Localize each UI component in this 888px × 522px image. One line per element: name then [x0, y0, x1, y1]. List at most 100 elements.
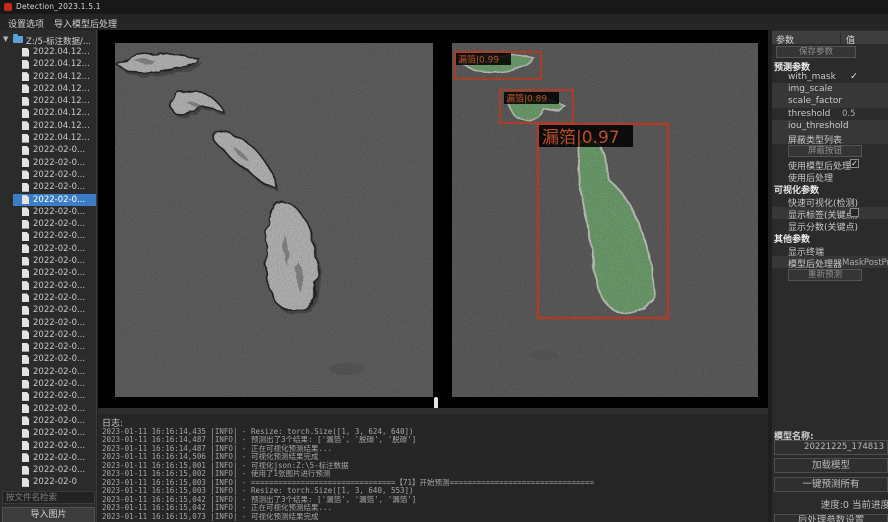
- predict-all-button[interactable]: 一键预测所有: [774, 477, 888, 492]
- tree-file-item[interactable]: 2022-02-0...: [0, 157, 97, 169]
- tree-file-item[interactable]: 2022-02-0...: [0, 353, 97, 365]
- parameter-row[interactable]: 快速可视化(检测): [772, 195, 888, 207]
- parameter-row[interactable]: 保存参数: [772, 45, 888, 59]
- tree-file-item[interactable]: 2022-02-0...: [0, 206, 97, 218]
- parameter-row[interactable]: with_mask✓: [772, 71, 888, 83]
- file-icon: [22, 318, 29, 327]
- file-icon: [22, 134, 29, 143]
- model-name-field[interactable]: 20221225_174813: [774, 440, 888, 455]
- postprocess-params-button[interactable]: 后处理参数设置: [774, 514, 888, 522]
- tree-expand-arrow-icon[interactable]: ▼: [3, 35, 8, 43]
- file-name: 2022-02-0...: [33, 293, 85, 303]
- folder-icon: [13, 36, 23, 43]
- param-value[interactable]: MaskPostPro: [842, 258, 888, 268]
- tree-root-row[interactable]: ▼ Z:/5-标注数据/...: [0, 34, 97, 46]
- tree-file-item[interactable]: 2022-02-0...: [0, 452, 97, 464]
- parameter-row[interactable]: 显示分数(关键点): [772, 219, 888, 231]
- original-image[interactable]: [115, 43, 433, 397]
- log-lines[interactable]: 2023-01-11 16:16:14,435 |INFO| - Resize:…: [102, 428, 768, 521]
- tree-file-item[interactable]: 2022-02-0...: [0, 378, 97, 390]
- tree-file-item[interactable]: 2022-02-0...: [0, 280, 97, 292]
- parameter-row[interactable]: img_scale: [772, 83, 888, 95]
- import-images-button[interactable]: 导入图片: [2, 507, 95, 522]
- file-name: 2022.04.12...: [33, 59, 90, 69]
- parameter-row[interactable]: 显示终端: [772, 244, 888, 256]
- app-icon: [4, 3, 12, 11]
- load-model-button[interactable]: 加载模型: [774, 458, 888, 473]
- parameter-row[interactable]: 使用模型后处理✓: [772, 158, 888, 170]
- tree-file-item[interactable]: 2022-02-0...: [0, 464, 97, 476]
- parameter-row[interactable]: 使用后处理: [772, 170, 888, 182]
- menu-item-settings[interactable]: 设置选项: [4, 16, 48, 31]
- tree-file-item[interactable]: 2022-02-0...: [0, 440, 97, 452]
- file-icon: [22, 453, 29, 462]
- param-action-button[interactable]: 保存参数: [776, 46, 856, 58]
- file-name: 2022-02-0...: [33, 453, 85, 463]
- tree-file-item[interactable]: 2022-02-0...: [0, 390, 97, 402]
- tree-file-item[interactable]: 2022-02-0: [0, 476, 97, 488]
- parameter-row[interactable]: scale_factor: [772, 95, 888, 107]
- window-title: Detection_2023.1.5.1: [16, 2, 101, 11]
- tree-file-item[interactable]: 2022-02-0...: [0, 230, 97, 242]
- file-icon: [22, 60, 29, 69]
- tree-file-item[interactable]: 2022-02-0...: [0, 427, 97, 439]
- tree-file-item[interactable]: 2022.04.12...: [0, 71, 97, 83]
- file-icon: [22, 97, 29, 106]
- tree-file-item[interactable]: 2022-02-0...: [0, 255, 97, 267]
- checkbox-empty[interactable]: [850, 208, 859, 217]
- checkbox-checked[interactable]: ✓: [850, 159, 859, 168]
- file-name: 2022-02-0...: [33, 158, 85, 168]
- prediction-image[interactable]: 漏箔|0.99 漏箔|0.89 漏箔|0.97: [452, 43, 758, 397]
- tree-file-item[interactable]: 2022-02-0...: [0, 181, 97, 193]
- image-viewer: 漏箔|0.99 漏箔|0.89 漏箔|0.97: [98, 30, 768, 408]
- tree-file-item[interactable]: 2022-02-0...: [0, 403, 97, 415]
- file-name: 2022-02-0...: [33, 281, 85, 291]
- parameter-row[interactable]: 模型后处理器MaskPostPro: [772, 256, 888, 268]
- parameter-row[interactable]: 屏蔽按钮: [772, 144, 888, 158]
- file-name: 2022-02-0...: [33, 195, 85, 205]
- file-name: 2022-02-0...: [33, 231, 85, 241]
- tree-file-item[interactable]: 2022-02-0...: [0, 341, 97, 353]
- tree-file-item[interactable]: 2022-02-0...: [0, 329, 97, 341]
- parameter-rows: 保存参数预测参数with_mask✓img_scalescale_factort…: [772, 45, 888, 282]
- tree-file-item[interactable]: 2022-02-0...: [0, 194, 97, 206]
- tree-file-item[interactable]: 2022.04.12...: [0, 120, 97, 132]
- tree-file-item[interactable]: 2022-02-0...: [0, 317, 97, 329]
- file-name: 2022.04.12...: [33, 72, 90, 82]
- title-bar: Detection_2023.1.5.1: [0, 0, 888, 14]
- tree-file-item[interactable]: 2022-02-0...: [0, 243, 97, 255]
- tree-file-item[interactable]: 2022.04.12...: [0, 46, 97, 58]
- parameter-row[interactable]: iou_threshold: [772, 120, 888, 132]
- file-icon: [22, 441, 29, 450]
- tree-file-item[interactable]: 2022-02-0...: [0, 304, 97, 316]
- file-icon: [22, 207, 29, 216]
- parameter-row[interactable]: 显示标签(关键点): [772, 207, 888, 219]
- param-label: threshold: [788, 109, 830, 119]
- tree-file-item[interactable]: 2022-02-0...: [0, 144, 97, 156]
- file-name: 2022.04.12...: [33, 84, 90, 94]
- tree-file-item[interactable]: 2022-02-0...: [0, 415, 97, 427]
- menu-item-import-postprocess[interactable]: 导入模型后处理: [50, 16, 121, 31]
- checkmark-icon[interactable]: ✓: [850, 71, 858, 82]
- tree-file-item[interactable]: 2022.04.12...: [0, 58, 97, 70]
- tree-file-item[interactable]: 2022.04.12...: [0, 132, 97, 144]
- file-name: 2022-02-0...: [33, 207, 85, 217]
- file-icon: [22, 306, 29, 315]
- param-action-button[interactable]: 屏蔽按钮: [788, 145, 862, 157]
- tree-file-item[interactable]: 2022-02-0...: [0, 366, 97, 378]
- tree-file-item[interactable]: 2022.04.12...: [0, 95, 97, 107]
- file-name: 2022-02-0...: [33, 145, 85, 155]
- tree-file-item[interactable]: 2022-02-0...: [0, 292, 97, 304]
- parameter-row[interactable]: 重新预测: [772, 268, 888, 282]
- tree-file-item[interactable]: 2022.04.12...: [0, 83, 97, 95]
- file-icon: [22, 380, 29, 389]
- parameter-row[interactable]: 屏蔽类型列表: [772, 132, 888, 144]
- parameter-row[interactable]: threshold 0.5: [772, 108, 888, 120]
- param-action-button[interactable]: 重新预测: [788, 269, 862, 281]
- param-value[interactable]: 0.5: [842, 109, 856, 119]
- tree-file-item[interactable]: 2022-02-0...: [0, 267, 97, 279]
- tree-file-item[interactable]: 2022-02-0...: [0, 218, 97, 230]
- tree-file-item[interactable]: 2022.04.12...: [0, 107, 97, 119]
- tree-file-item[interactable]: 2022-02-0...: [0, 169, 97, 181]
- search-input[interactable]: [2, 491, 95, 504]
